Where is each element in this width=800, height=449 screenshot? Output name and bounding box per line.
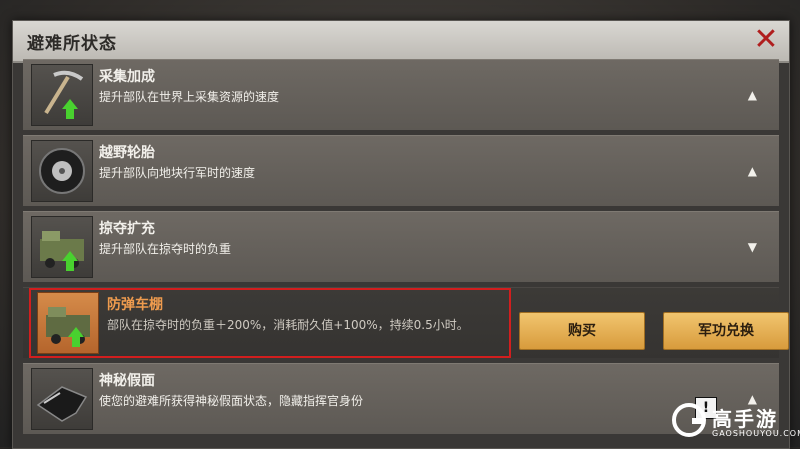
brand-text: 高手游 (712, 407, 778, 431)
list-item[interactable]: 越野轮胎 提升部队向地块行军时的速度 ▲ (23, 135, 779, 206)
item-desc: 使您的避难所获得神秘假面状态，隐藏指挥官身份 (99, 394, 364, 408)
chevron-up-icon[interactable]: ▲ (748, 88, 757, 102)
shelter-status-window: 避难所状态 ✕ 采集加成 提升部队在世界上采集资源的速度 ▲ 越野轮胎 提升部队… (12, 20, 790, 449)
item-name: 防弹车棚 (107, 297, 163, 313)
upgrade-arrow-icon (62, 99, 78, 119)
mask-icon (31, 368, 93, 430)
upgrade-arrow-icon (62, 251, 78, 271)
item-desc: 提升部队在世界上采集资源的速度 (99, 90, 280, 104)
buy-button[interactable]: 购买 (519, 312, 645, 350)
list-item[interactable]: 掠夺扩充 提升部队在掠夺时的负重 ▼ (23, 211, 779, 282)
armored-truck-icon (37, 292, 99, 354)
item-name: 越野轮胎 (99, 145, 155, 161)
military-merit-exchange-button[interactable]: 军功兑换 (663, 312, 789, 350)
item-desc: 提升部队在掠夺时的负重 (99, 242, 232, 256)
watermark-logo: 高手游 GAOSHOUYOU.COM (672, 403, 800, 441)
site-text: GAOSHOUYOU.COM (712, 429, 800, 438)
expanded-list-item: 防弹车棚 部队在掠夺时的负重＋200%，消耗耐久值+100%，持续0.5小时。 … (23, 287, 789, 358)
item-name: 掠夺扩充 (99, 221, 155, 237)
title-bar: 避难所状态 ✕ (13, 21, 789, 63)
close-icon[interactable]: ✕ (751, 25, 781, 55)
pickaxe-icon (31, 64, 93, 126)
list-item[interactable]: 采集加成 提升部队在世界上采集资源的速度 ▲ (23, 59, 779, 130)
chevron-down-icon[interactable]: ▼ (748, 240, 757, 254)
tire-icon (31, 140, 93, 202)
armored-truck-icon (31, 216, 93, 278)
window-title: 避难所状态 (27, 34, 117, 54)
upgrade-arrow-icon (68, 327, 84, 347)
g-logo-icon (672, 403, 706, 437)
item-name: 神秘假面 (99, 373, 155, 389)
chevron-up-icon[interactable]: ▲ (748, 164, 757, 178)
item-desc: 提升部队向地块行军时的速度 (99, 166, 256, 180)
item-desc: 部队在掠夺时的负重＋200%，消耗耐久值+100%，持续0.5小时。 (107, 318, 469, 332)
item-name: 采集加成 (99, 69, 155, 85)
list-item[interactable]: 神秘假面 使您的避难所获得神秘假面状态，隐藏指挥官身份 ! ▲ (23, 363, 779, 434)
